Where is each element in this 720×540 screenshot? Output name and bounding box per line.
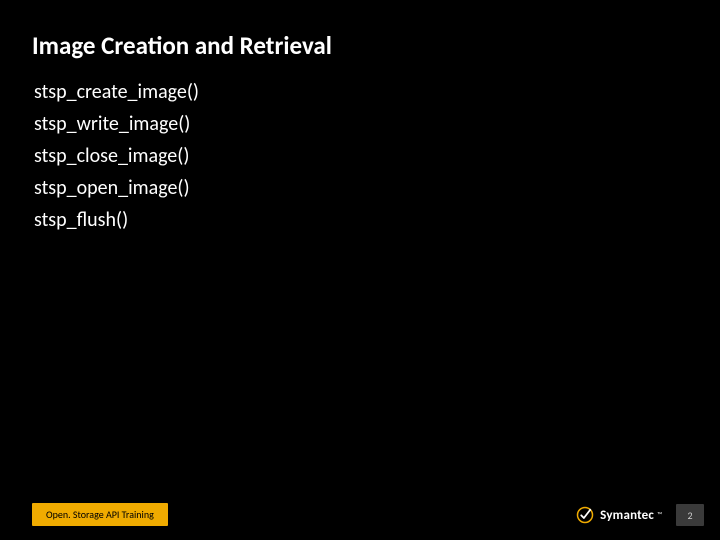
page-number: 2	[676, 504, 704, 526]
slide-body: stsp_create_image() stsp_write_image() s…	[34, 76, 680, 236]
trademark-symbol: ™	[657, 506, 662, 519]
list-item: stsp_close_image()	[34, 140, 680, 172]
brand: Symantec ™	[576, 506, 662, 524]
slide-footer: Open. Storage API Training Symantec ™ 2	[0, 498, 720, 526]
check-circle-icon	[576, 506, 594, 524]
footer-label: Open. Storage API Training	[32, 503, 168, 526]
brand-name: Symantec	[600, 508, 654, 523]
slide: Image Creation and Retrieval stsp_create…	[0, 0, 720, 540]
list-item: stsp_write_image()	[34, 108, 680, 140]
list-item: stsp_create_image()	[34, 76, 680, 108]
slide-title: Image Creation and Retrieval	[32, 30, 332, 61]
list-item: stsp_flush()	[34, 204, 680, 236]
list-item: stsp_open_image()	[34, 172, 680, 204]
